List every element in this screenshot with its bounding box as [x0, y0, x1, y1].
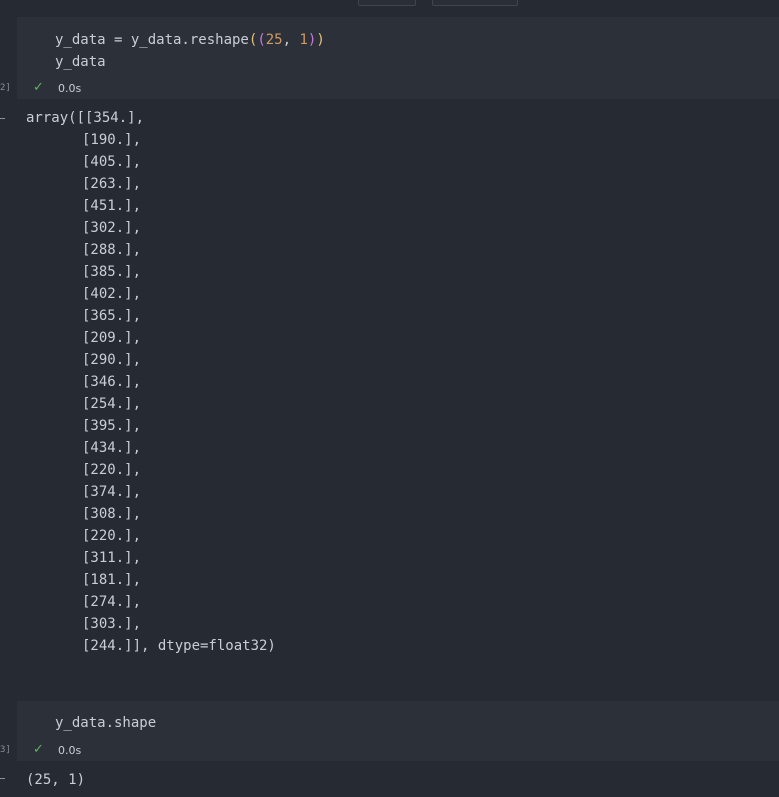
output-line: [220.],: [82, 528, 142, 544]
check-icon: ✓: [33, 80, 44, 95]
code-line-1[interactable]: y_data.shape: [55, 712, 156, 734]
output-line: array([[354.],: [26, 110, 145, 126]
output-line: [346.],: [82, 374, 142, 390]
check-icon: ✓: [33, 742, 44, 757]
output-line: [190.],: [82, 132, 142, 148]
output-gutter-mark: [0, 118, 5, 119]
output-line: [288.],: [82, 242, 142, 258]
output-line: [209.],: [82, 330, 142, 346]
execution-time: 0.0s: [58, 82, 82, 95]
output-line: [434.],: [82, 440, 142, 456]
output-line: [374.],: [82, 484, 142, 500]
code-line-1[interactable]: y_data = y_data.reshape((25, 1)): [55, 29, 325, 51]
output-line: [308.],: [82, 506, 142, 522]
output-line: [181.],: [82, 572, 142, 588]
code-line-2[interactable]: y_data: [55, 51, 106, 73]
output-line: [395.],: [82, 418, 142, 434]
output-line: [365.],: [82, 308, 142, 324]
execution-count: 3]: [0, 745, 11, 755]
output-line: [244.]], dtype=float32): [82, 638, 276, 654]
output-line: [303.],: [82, 616, 142, 632]
code-cell-2[interactable]: y_data.shape: [17, 701, 779, 761]
toolbar-button-right[interactable]: [432, 0, 518, 6]
output-line: [311.],: [82, 550, 142, 566]
output-line: [220.],: [82, 462, 142, 478]
output-line: [274.],: [82, 594, 142, 610]
output-line: [263.],: [82, 176, 142, 192]
output-gutter-mark: [0, 778, 5, 779]
output-line: [302.],: [82, 220, 142, 236]
toolbar-button-left[interactable]: [358, 0, 416, 6]
output-line: [402.],: [82, 286, 142, 302]
execution-time: 0.0s: [58, 744, 82, 757]
cell-output-2: (25, 1): [26, 772, 86, 788]
output-line: [254.],: [82, 396, 142, 412]
output-line: [405.],: [82, 154, 142, 170]
output-line: [290.],: [82, 352, 142, 368]
output-line: [451.],: [82, 198, 142, 214]
execution-count: 2]: [0, 83, 11, 93]
output-line: [385.],: [82, 264, 142, 280]
code-cell-1[interactable]: y_data = y_data.reshape((25, 1)) y_data: [17, 17, 779, 99]
